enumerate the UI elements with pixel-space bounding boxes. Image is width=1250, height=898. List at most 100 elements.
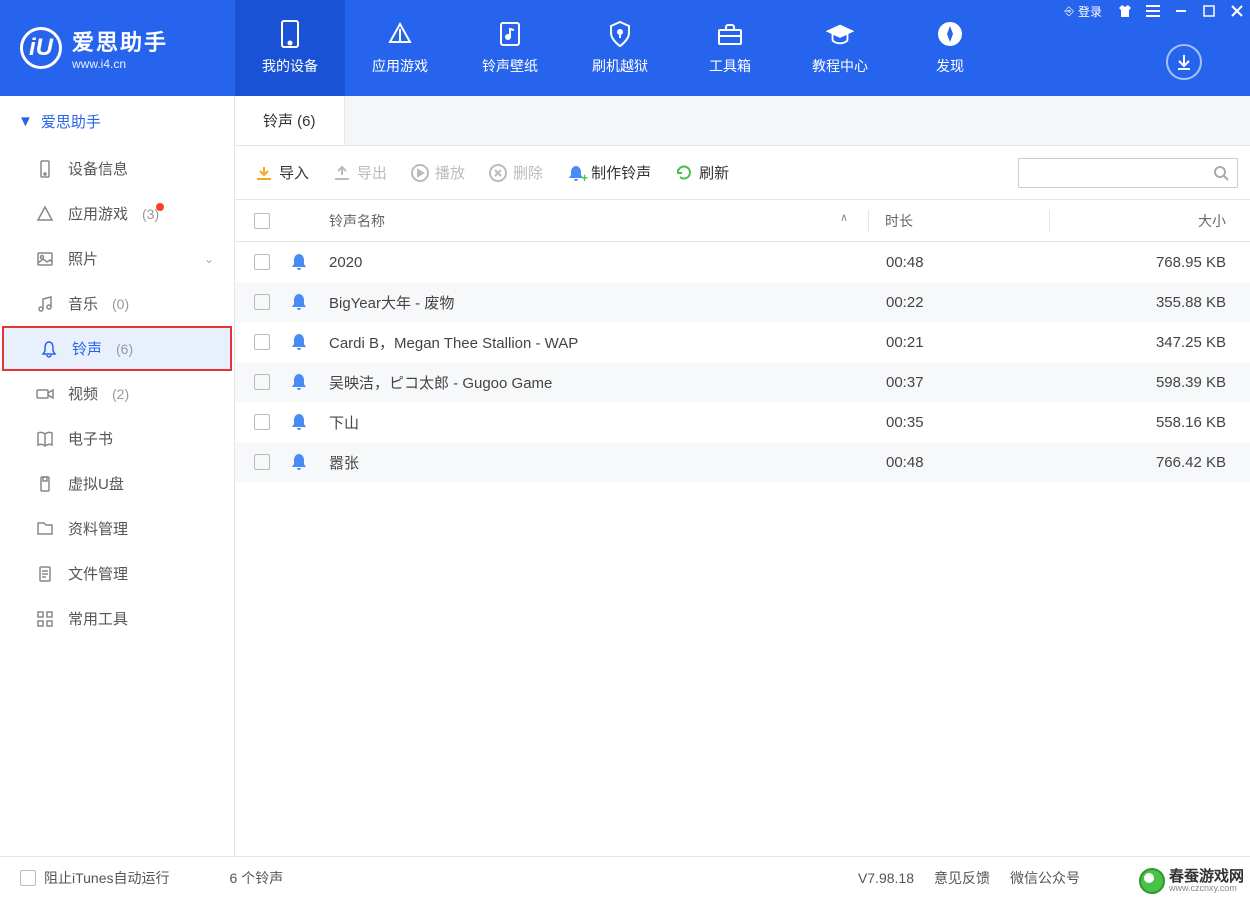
nav-flash-jailbreak[interactable]: 刷机越狱: [565, 0, 675, 96]
ringtone-size: 766.42 KB: [1050, 454, 1250, 471]
sidebar-item-photos[interactable]: 照片⌄: [0, 236, 234, 281]
table-row[interactable]: Cardi B，Megan Thee Stallion - WAP00:2134…: [235, 322, 1250, 362]
delete-button[interactable]: 删除: [489, 162, 543, 183]
play-button[interactable]: 播放: [411, 162, 465, 183]
vdisk-icon: [36, 475, 54, 493]
data-icon: [36, 520, 54, 538]
table-row[interactable]: 202000:48768.95 KB: [235, 242, 1250, 282]
tools-icon: [36, 610, 54, 628]
sidebar-item-tools[interactable]: 常用工具: [0, 596, 234, 641]
nav-apps[interactable]: 应用游戏: [345, 0, 455, 96]
chevron-down-icon: ⌄: [204, 252, 214, 266]
sidebar-item-ebooks[interactable]: 电子书: [0, 416, 234, 461]
export-button[interactable]: 导出: [333, 162, 387, 183]
tab-ringtones[interactable]: 铃声 (6): [235, 96, 345, 145]
close-button[interactable]: [1224, 0, 1250, 22]
minimize-button[interactable]: [1168, 0, 1194, 22]
sidebar: ▼ 爱思助手 设备信息应用游戏(3)照片⌄音乐(0) 铃声 (6) 视频(2)电子书虚…: [0, 96, 235, 856]
row-checkbox[interactable]: [254, 294, 270, 310]
sidebar-item-files[interactable]: 文件管理: [0, 551, 234, 596]
phone-icon: [276, 20, 304, 48]
block-itunes-option[interactable]: 阻止iTunes自动运行: [20, 868, 170, 888]
sidebar-item-data[interactable]: 资料管理: [0, 506, 234, 551]
ringtone-size: 768.95 KB: [1050, 254, 1250, 271]
bell-icon: [289, 332, 329, 352]
ringtone-name: BigYear大年 - 废物: [329, 292, 870, 313]
files-icon: [36, 565, 54, 583]
table-row[interactable]: 吴映洁，ピコ太郎 - Gugoo Game00:37598.39 KB: [235, 362, 1250, 402]
tool-label: 导出: [357, 162, 387, 183]
ringtone-name: 2020: [329, 254, 870, 271]
watermark-title: 春蚕游戏网: [1169, 869, 1244, 884]
ringtone-duration: 00:48: [870, 454, 1050, 471]
search-box[interactable]: [1018, 158, 1238, 188]
select-all-checkbox[interactable]: [254, 213, 270, 229]
table-row[interactable]: BigYear大年 - 废物00:22355.88 KB: [235, 282, 1250, 322]
sidebar-item-count: (2): [112, 386, 129, 402]
table-row[interactable]: 下山00:35558.16 KB: [235, 402, 1250, 442]
sidebar-item-apps[interactable]: 应用游戏(3): [0, 191, 234, 236]
tool-label: 制作铃声: [591, 162, 651, 183]
make-ringtone-button[interactable]: + 制作铃声: [567, 162, 651, 183]
row-checkbox[interactable]: [254, 454, 270, 470]
shirt-icon[interactable]: [1112, 0, 1138, 22]
login-button[interactable]: ⎆ 登录: [1056, 3, 1110, 20]
ringtone-duration: 00:21: [870, 334, 1050, 351]
refresh-icon: [675, 164, 693, 182]
nav-toolbox[interactable]: 工具箱: [675, 0, 785, 96]
block-itunes-checkbox[interactable]: [20, 870, 36, 886]
sidebar-item-ringtones[interactable]: 铃声 (6): [2, 326, 232, 371]
sidebar-item-device-info[interactable]: 设备信息: [0, 146, 234, 191]
nav-ringtones-wallpapers[interactable]: 铃声壁纸: [455, 0, 565, 96]
sidebar-item-label: 铃声: [72, 338, 102, 359]
wechat-link[interactable]: 微信公众号: [1010, 868, 1080, 888]
ringtone-size: 598.39 KB: [1050, 374, 1250, 391]
version-label[interactable]: V7.98.18: [858, 870, 914, 886]
column-label: 铃声名称: [329, 213, 385, 229]
table-row[interactable]: 嚣张00:48766.42 KB: [235, 442, 1250, 482]
nav-my-device[interactable]: 我的设备: [235, 0, 345, 96]
music-file-icon: [496, 20, 524, 48]
column-name[interactable]: 铃声名称 ∧: [329, 211, 868, 231]
sidebar-item-label: 应用游戏: [68, 203, 128, 224]
play-icon: [411, 164, 429, 182]
column-label: 大小: [1198, 213, 1226, 229]
sidebar-item-vdisk[interactable]: 虚拟U盘: [0, 461, 234, 506]
row-checkbox[interactable]: [254, 414, 270, 430]
import-icon: [255, 164, 273, 182]
refresh-button[interactable]: 刷新: [675, 162, 729, 183]
bell-icon: [289, 292, 329, 312]
column-duration[interactable]: 时长: [869, 211, 1049, 231]
list-icon[interactable]: [1140, 0, 1166, 22]
nav-label: 刷机越狱: [592, 56, 648, 76]
apps-icon: [36, 205, 54, 223]
sidebar-item-music[interactable]: 音乐(0): [0, 281, 234, 326]
column-size[interactable]: 大小: [1050, 211, 1250, 231]
app-title: 爱思助手: [72, 25, 168, 57]
sidebar-item-label: 设备信息: [68, 158, 128, 179]
nav-discover[interactable]: 发现: [895, 0, 1005, 96]
row-checkbox[interactable]: [254, 374, 270, 390]
nav-tutorials[interactable]: 教程中心: [785, 0, 895, 96]
sidebar-item-count: (6): [116, 341, 133, 357]
sidebar-item-label: 虚拟U盘: [68, 473, 124, 494]
ringtone-name: 嚣张: [329, 452, 870, 473]
sort-caret-icon: ∧: [840, 211, 848, 224]
nav-label: 我的设备: [262, 56, 318, 76]
toolbar: 导入 导出 播放 删除 + 制作铃声 刷新: [235, 146, 1250, 200]
maximize-button[interactable]: [1196, 0, 1222, 22]
sidebar-item-label: 音乐: [68, 293, 98, 314]
ringtone-size: 347.25 KB: [1050, 334, 1250, 351]
import-button[interactable]: 导入: [255, 162, 309, 183]
download-button[interactable]: [1166, 44, 1202, 80]
row-checkbox[interactable]: [254, 254, 270, 270]
search-input[interactable]: [1027, 165, 1213, 180]
watermark-url: www.czcnxy.com: [1169, 884, 1244, 893]
row-checkbox[interactable]: [254, 334, 270, 350]
nav-label: 发现: [936, 56, 964, 76]
select-all-column: [235, 213, 289, 229]
feedback-link[interactable]: 意见反馈: [934, 868, 990, 888]
ringtone-duration: 00:22: [870, 294, 1050, 311]
sidebar-header[interactable]: ▼ 爱思助手: [0, 96, 234, 146]
sidebar-item-videos[interactable]: 视频(2): [0, 371, 234, 416]
